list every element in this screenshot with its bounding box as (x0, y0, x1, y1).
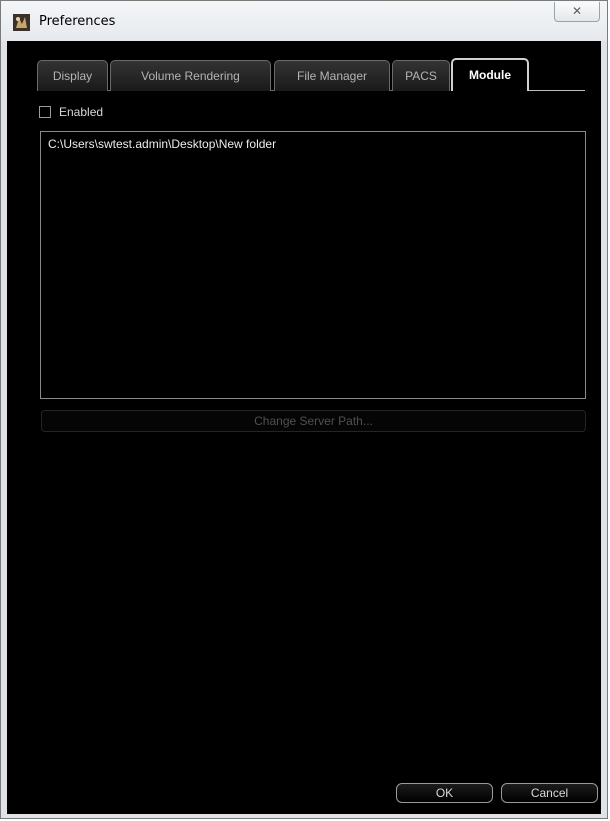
title-bar[interactable]: Preferences ✕ (1, 1, 607, 41)
tab-file-manager[interactable]: File Manager (274, 60, 390, 91)
change-server-path-button[interactable]: Change Server Path... (41, 410, 586, 432)
tab-pacs[interactable]: PACS (392, 60, 450, 91)
ok-button[interactable]: OK (396, 783, 493, 803)
tab-volume-rendering[interactable]: Volume Rendering (110, 60, 271, 91)
enabled-label: Enabled (59, 105, 104, 119)
close-icon: ✕ (571, 4, 583, 18)
close-button[interactable]: ✕ (554, 2, 600, 22)
window-title: Preferences (39, 14, 116, 29)
enabled-checkbox[interactable] (39, 106, 51, 118)
server-path-list[interactable]: C:\Users\swtest.admin\Desktop\New folder (40, 131, 586, 399)
app-icon (13, 14, 30, 31)
tab-strip-divider-right (529, 90, 585, 91)
tab-display[interactable]: Display (37, 60, 108, 91)
list-item[interactable]: C:\Users\swtest.admin\Desktop\New folder (48, 137, 276, 151)
dialog-client-area: Display Volume Rendering File Manager PA… (7, 41, 601, 814)
preferences-dialog: Preferences ✕ Display Volume Rendering F… (0, 0, 608, 819)
cancel-button[interactable]: Cancel (501, 783, 598, 803)
tab-module[interactable]: Module (451, 58, 529, 91)
